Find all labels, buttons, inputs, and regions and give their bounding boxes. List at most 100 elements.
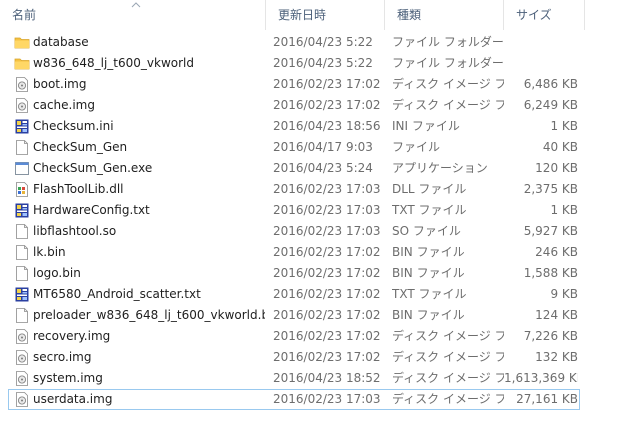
file-name: Checksum.ini [33,119,114,133]
file-name: boot.img [33,77,87,91]
file-type: TXT ファイル [392,287,467,301]
file-size: 1 KB [550,119,578,133]
file-type: ファイル フォルダー [392,35,504,49]
file-row[interactable]: userdata.img 2016/02/23 17:03 ディスク イメージ ファ… [8,389,580,410]
column-header-type[interactable]: 種類 [385,0,503,30]
file-row[interactable]: logo.bin 2016/02/23 17:02 BIN ファイル 1,588 KB [0,263,628,284]
file-size: 1 KB [550,203,578,217]
file-date: 2016/02/23 17:02 [273,245,381,259]
app-icon [14,160,30,177]
disc-image-icon [14,97,30,114]
file-icon [14,307,30,324]
file-size: 132 KB [535,350,578,364]
file-row[interactable]: HardwareConfig.txt 2016/02/23 17:03 TXT ファ… [0,200,628,221]
file-row[interactable]: libflashtool.so 2016/02/23 17:03 SO ファイル 5,… [0,221,628,242]
file-type: ディスク イメージ ファイル [392,371,504,385]
column-header-date[interactable]: 更新日時 [266,0,384,30]
file-date: 2016/02/23 17:02 [273,350,381,364]
file-name: preloader_w836_648_lj_t600_vkworld.bin [33,308,265,322]
file-row[interactable]: secro.img 2016/02/23 17:02 ディスク イメージ ファイル 1… [0,347,628,368]
file-name: HardwareConfig.txt [33,203,150,217]
file-row[interactable]: Checksum.ini 2016/04/23 18:56 INI ファイル 1 KB [0,116,628,137]
file-icon [14,139,30,156]
settings-file-icon [14,286,30,303]
folder-icon [14,34,30,51]
column-header-date-label: 更新日時 [278,8,327,22]
file-name: database [33,35,89,49]
file-size [504,32,578,53]
file-type: BIN ファイル [392,266,465,280]
file-size: 1,613,369 KB [504,371,578,385]
settings-file-icon [14,118,30,135]
file-row[interactable]: FlashToolLib.dll 2016/02/23 17:03 DLL ファイル… [0,179,628,200]
file-type: ディスク イメージ ファイル [392,98,504,112]
file-name: MT6580_Android_scatter.txt [33,287,201,301]
file-name: w836_648_lj_t600_vkworld [33,56,194,70]
file-row[interactable]: CheckSum_Gen.exe 2016/04/23 5:24 アプリケーション 1… [0,158,628,179]
file-date: 2016/04/23 5:24 [273,161,373,175]
file-size: 7,226 KB [523,329,578,343]
file-date: 2016/02/23 17:03 [273,392,381,406]
file-icon [14,265,30,282]
file-type: DLL ファイル [392,182,467,196]
folder-icon [14,55,30,72]
file-size: 2,375 KB [523,182,578,196]
file-name: libflashtool.so [33,224,117,238]
file-size: 6,486 KB [523,77,578,91]
file-type: ディスク イメージ ファイル [392,77,504,91]
column-divider[interactable] [584,0,585,30]
file-date: 2016/04/23 18:56 [273,119,381,133]
file-icon [14,244,30,261]
file-size: 9 KB [550,287,578,301]
disc-image-icon [14,328,30,345]
file-row[interactable]: boot.img 2016/02/23 17:02 ディスク イメージ ファイル 6,… [0,74,628,95]
column-header-size[interactable]: サイズ [504,0,584,30]
file-name: system.img [33,371,103,385]
file-date: 2016/02/23 17:03 [273,182,381,196]
disc-image-icon [14,349,30,366]
file-icon [14,223,30,240]
file-type: ファイル [392,140,441,154]
file-date: 2016/04/17 9:03 [273,140,373,154]
file-name: CheckSum_Gen [33,140,128,154]
file-name: secro.img [33,350,92,364]
settings-file-icon [14,202,30,219]
file-row[interactable]: w836_648_lj_t600_vkworld 2016/04/23 5:22 フ… [0,53,628,74]
column-header-name-label: 名前 [12,8,37,22]
file-date: 2016/02/23 17:02 [273,329,381,343]
file-name: logo.bin [33,266,81,280]
disc-image-icon [14,391,30,408]
file-row[interactable]: database 2016/04/23 5:22 ファイル フォルダー [0,32,628,53]
file-row[interactable]: MT6580_Android_scatter.txt 2016/02/23 17:… [0,284,628,305]
file-date: 2016/02/23 17:03 [273,203,381,217]
file-type: ディスク イメージ ファイル [392,329,504,343]
file-size: 120 KB [535,161,578,175]
file-size: 6,249 KB [523,98,578,112]
file-type: TXT ファイル [392,203,467,217]
file-row[interactable]: CheckSum_Gen 2016/04/17 9:03 ファイル 40 KB [0,137,628,158]
file-size [504,53,578,74]
file-row[interactable]: cache.img 2016/02/23 17:02 ディスク イメージ ファイル 6… [0,95,628,116]
file-name: recovery.img [33,329,111,343]
file-row[interactable]: lk.bin 2016/02/23 17:02 BIN ファイル 246 KB [0,242,628,263]
sort-ascending-icon [131,2,141,8]
disc-image-icon [14,76,30,93]
column-header-size-label: サイズ [516,8,552,22]
file-date: 2016/02/23 17:02 [273,308,381,322]
file-type: ディスク イメージ ファイル [392,392,504,406]
file-row[interactable]: system.img 2016/04/23 18:52 ディスク イメージ ファイル… [0,368,628,389]
file-type: ディスク イメージ ファイル [392,350,504,364]
file-date: 2016/04/23 5:22 [273,35,373,49]
file-row[interactable]: preloader_w836_648_lj_t600_vkworld.bin 20… [0,305,628,326]
file-date: 2016/04/23 18:52 [273,371,381,385]
file-type: INI ファイル [392,119,460,133]
file-size: 27,161 KB [516,392,578,406]
disc-image-icon [14,370,30,387]
file-size: 5,927 KB [523,224,578,238]
file-name: userdata.img [33,392,113,406]
file-name: FlashToolLib.dll [33,182,124,196]
file-date: 2016/02/23 17:03 [273,224,381,238]
column-header-bar: 名前 更新日時 種類 サイズ [0,0,628,30]
file-size: 40 KB [542,140,578,154]
file-row[interactable]: recovery.img 2016/02/23 17:02 ディスク イメージ ファ… [0,326,628,347]
